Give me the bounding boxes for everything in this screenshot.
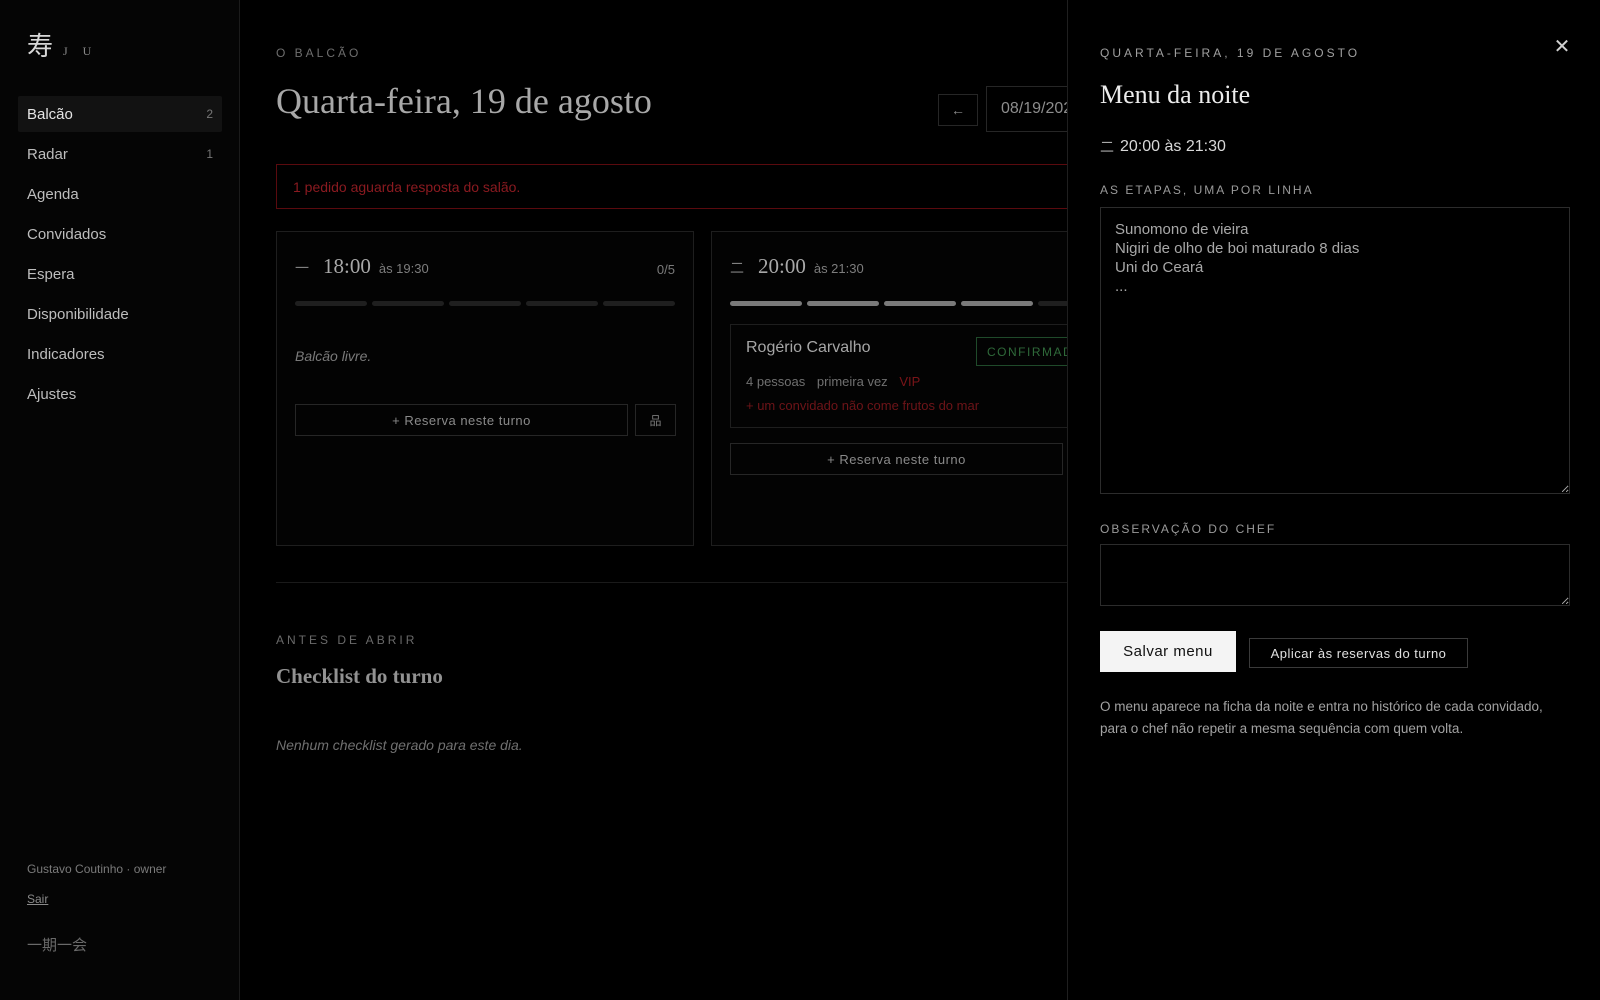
save-menu-button[interactable]: Salvar menu [1100, 631, 1236, 672]
divider [276, 582, 1068, 583]
sidebar-item-label: Agenda [27, 185, 79, 203]
sidebar-item-convidados[interactable]: Convidados [18, 216, 222, 252]
page-eyebrow: O BALCÃO [276, 46, 362, 60]
motto: 一期一会 [27, 936, 88, 954]
shift-end-time: às 21:30 [813, 261, 864, 276]
shift-empty-text: Balcão livre. [295, 348, 372, 364]
guest-meta: 4 pessoas primeira vez VIP [746, 374, 928, 389]
checklist-title: Checklist do turno [276, 664, 443, 688]
arrow-left-icon: ← [951, 102, 965, 118]
vip-tag: VIP [899, 374, 921, 389]
sidebar-item-count: 2 [206, 107, 213, 121]
sidebar-item-espera[interactable]: Espera [18, 256, 222, 292]
sidebar-item-label: Indicadores [27, 345, 105, 363]
shift-time-range: 20:00 às 21:30 [1120, 138, 1226, 155]
add-reservation-button[interactable]: + Reserva neste turno [295, 404, 628, 436]
seat [603, 301, 675, 306]
sidebar-item-label: Radar [27, 145, 68, 163]
brand-logo[interactable]: 寿 J U [27, 26, 97, 63]
shift-end-time: às 19:30 [378, 261, 429, 276]
status-badge[interactable]: CONFIRMADA [976, 337, 1068, 366]
add-reservation-button[interactable]: + Reserva neste turno [730, 443, 1063, 475]
drawer-shift-time: 二 20:00 às 21:30 [1100, 137, 1226, 157]
shift-start-time: 18:00 [323, 254, 371, 278]
party-size: 4 pessoas [746, 374, 806, 389]
shift-header: 二 20:00 às 21:30 [730, 254, 864, 279]
checklist-empty-text: Nenhum checklist gerado para este dia. [276, 737, 523, 753]
date-input[interactable]: 08/19/2026 [986, 86, 1068, 132]
brand-kanji: 寿 [27, 32, 54, 62]
drawer-help-text: O menu aparece na ficha da noite e entra… [1100, 699, 1543, 736]
sidebar-item-label: Espera [27, 265, 75, 283]
sidebar-item-balcao[interactable]: Balcão 2 [18, 96, 222, 132]
sidebar-item-count: 1 [206, 147, 213, 161]
sidebar-item-agenda[interactable]: Agenda [18, 176, 222, 212]
seat-map-button[interactable]: 品 [635, 404, 676, 436]
sidebar: 寿 J U Balcão 2 Radar 1 Agenda Convidados… [0, 0, 240, 1000]
seat [1038, 301, 1068, 306]
prev-day-button[interactable]: ← [938, 94, 978, 126]
steps-label: AS ETAPAS, UMA POR LINHA [1100, 183, 1314, 197]
shift-card: 一 18:00 às 19:30 0/5 Balcão livre. + Res… [276, 231, 694, 546]
sidebar-item-indicadores[interactable]: Indicadores [18, 336, 222, 372]
current-user: Gustavo Coutinho · owner [27, 862, 167, 876]
pending-alert[interactable]: 1 pedido aguarda resposta do salão. [276, 164, 1068, 209]
logout-link[interactable]: Sair [27, 892, 48, 906]
seat [526, 301, 598, 306]
shift-mark: 二 [1100, 140, 1114, 156]
shift-mark: 一 [295, 261, 309, 277]
seat [295, 301, 367, 306]
menu-drawer: QUARTA-FEIRA, 19 DE AGOSTO ✕ Menu da noi… [1067, 0, 1600, 1000]
page-title: Quarta-feira, 19 de agosto [276, 81, 652, 121]
seat [449, 301, 521, 306]
sidebar-nav: Balcão 2 Radar 1 Agenda Convidados Esper… [18, 96, 222, 416]
shift-seat-count: 0/5 [656, 262, 675, 277]
seat-bar [295, 301, 675, 306]
dietary-note: + um convidado não come frutos do mar [746, 398, 980, 413]
shift-card: 二 20:00 às 21:30 Rogério Carvalho CONFIR… [711, 231, 1068, 546]
sidebar-item-label: Balcão [27, 105, 73, 123]
sidebar-item-disponibilidade[interactable]: Disponibilidade [18, 296, 222, 332]
main-content: O BALCÃO Quarta-feira, 19 de agosto ← 08… [240, 0, 1068, 1000]
drawer-eyebrow: QUARTA-FEIRA, 19 DE AGOSTO [1100, 46, 1361, 60]
sidebar-item-radar[interactable]: Radar 1 [18, 136, 222, 172]
shift-start-time: 20:00 [758, 254, 806, 278]
menu-steps-textarea[interactable]: Sunomono de vieira Nigiri de olho de boi… [1100, 207, 1570, 494]
first-visit-tag: primeira vez [816, 374, 888, 389]
shift-mark: 二 [730, 261, 744, 277]
checklist-eyebrow: ANTES DE ABRIR [276, 633, 418, 647]
chef-note-textarea[interactable] [1100, 544, 1570, 606]
seat [884, 301, 956, 306]
close-icon: ✕ [1553, 35, 1571, 58]
sidebar-item-ajustes[interactable]: Ajustes [18, 376, 222, 412]
seat-map-icon: 品 [649, 413, 662, 428]
guest-name: Rogério Carvalho [746, 339, 871, 356]
close-button[interactable]: ✕ [1551, 35, 1573, 58]
drawer-title: Menu da noite [1100, 80, 1251, 109]
seat [961, 301, 1033, 306]
seat [807, 301, 879, 306]
apply-to-reservations-button[interactable]: Aplicar às reservas do turno [1249, 638, 1468, 668]
shift-header: 一 18:00 às 19:30 [295, 254, 429, 279]
seat [730, 301, 802, 306]
brand-name: J U [63, 44, 98, 58]
chef-note-label: OBSERVAÇÃO DO CHEF [1100, 522, 1277, 536]
seat-bar [730, 301, 1068, 306]
reservation-card[interactable]: Rogério Carvalho CONFIRMADA 4 pessoas pr… [730, 324, 1068, 428]
sidebar-item-label: Disponibilidade [27, 305, 129, 323]
sidebar-item-label: Convidados [27, 225, 107, 243]
sidebar-item-label: Ajustes [27, 385, 77, 403]
seat [372, 301, 444, 306]
